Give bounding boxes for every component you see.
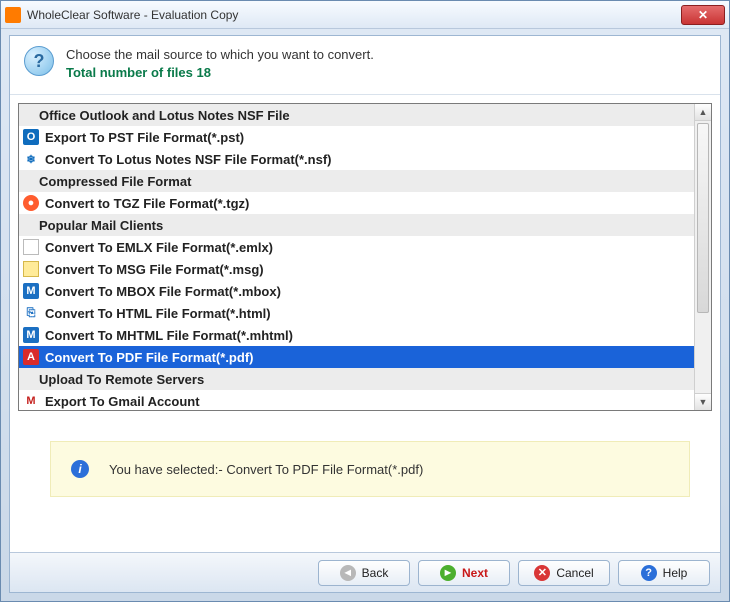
- help-icon: ?: [24, 46, 54, 76]
- format-option-nsf[interactable]: ❄ Convert To Lotus Notes NSF File Format(…: [19, 148, 694, 170]
- format-label: Convert To EMLX File Format(*.emlx): [45, 240, 273, 255]
- format-option-html[interactable]: ⎘ Convert To HTML File Format(*.html): [19, 302, 694, 324]
- format-option-pst[interactable]: O Export To PST File Format(*.pst): [19, 126, 694, 148]
- format-option-gmail[interactable]: M Export To Gmail Account: [19, 390, 694, 410]
- group-header: Popular Mail Clients: [19, 214, 694, 236]
- format-label: Convert to TGZ File Format(*.tgz): [45, 196, 249, 211]
- titlebar: WholeClear Software - Evaluation Copy ✕: [1, 1, 729, 29]
- info-box: i You have selected:- Convert To PDF Fil…: [50, 441, 690, 497]
- window-title: WholeClear Software - Evaluation Copy: [27, 8, 681, 22]
- format-list[interactable]: Office Outlook and Lotus Notes NSF FileO…: [19, 104, 694, 410]
- format-option-msg[interactable]: Convert To MSG File Format(*.msg): [19, 258, 694, 280]
- mbox-icon: M: [23, 283, 39, 299]
- format-label: Convert To HTML File Format(*.html): [45, 306, 271, 321]
- html-icon: ⎘: [23, 305, 39, 321]
- format-option-mbox[interactable]: M Convert To MBOX File Format(*.mbox): [19, 280, 694, 302]
- instruction-text: Choose the mail source to which you want…: [66, 46, 374, 64]
- format-list-container: Office Outlook and Lotus Notes NSF FileO…: [18, 103, 712, 411]
- format-label: Convert To MSG File Format(*.msg): [45, 262, 264, 277]
- info-icon: i: [71, 460, 89, 478]
- format-option-pdf[interactable]: A Convert To PDF File Format(*.pdf): [19, 346, 694, 368]
- scroll-thumb[interactable]: [697, 123, 709, 313]
- button-bar: ◄ Back ► Next ✕ Cancel ? Help: [10, 552, 720, 592]
- help-icon-small: ?: [641, 565, 657, 581]
- back-label: Back: [362, 566, 389, 580]
- back-icon: ◄: [340, 565, 356, 581]
- help-button[interactable]: ? Help: [618, 560, 710, 586]
- content-pane: ? Choose the mail source to which you wa…: [9, 35, 721, 593]
- cancel-button[interactable]: ✕ Cancel: [518, 560, 610, 586]
- next-button[interactable]: ► Next: [418, 560, 510, 586]
- header-text: Choose the mail source to which you want…: [66, 46, 374, 82]
- next-icon: ►: [440, 565, 456, 581]
- gmail-icon: M: [23, 393, 39, 409]
- msg-icon: [23, 261, 39, 277]
- format-option-mhtml[interactable]: M Convert To MHTML File Format(*.mhtml): [19, 324, 694, 346]
- header-area: ? Choose the mail source to which you wa…: [10, 36, 720, 95]
- mhtml-icon: M: [23, 327, 39, 343]
- cancel-icon: ✕: [534, 565, 550, 581]
- format-label: Convert To MBOX File Format(*.mbox): [45, 284, 281, 299]
- file-count: Total number of files 18: [66, 64, 374, 82]
- group-header: Upload To Remote Servers: [19, 368, 694, 390]
- emlx-icon: [23, 239, 39, 255]
- pdf-icon: A: [23, 349, 39, 365]
- format-label: Export To PST File Format(*.pst): [45, 130, 244, 145]
- pst-icon: O: [23, 129, 39, 145]
- next-label: Next: [462, 566, 488, 580]
- format-option-tgz[interactable]: ● Convert to TGZ File Format(*.tgz): [19, 192, 694, 214]
- cancel-label: Cancel: [556, 566, 593, 580]
- close-button[interactable]: ✕: [681, 5, 725, 25]
- scrollbar[interactable]: ▲ ▼: [694, 104, 711, 410]
- help-label: Help: [663, 566, 688, 580]
- group-header: Office Outlook and Lotus Notes NSF File: [19, 104, 694, 126]
- scroll-up-arrow[interactable]: ▲: [695, 104, 711, 121]
- tgz-icon: ●: [23, 195, 39, 211]
- info-message: You have selected:- Convert To PDF File …: [109, 462, 423, 477]
- app-icon: [5, 7, 21, 23]
- app-window: WholeClear Software - Evaluation Copy ✕ …: [0, 0, 730, 602]
- format-label: Convert To Lotus Notes NSF File Format(*…: [45, 152, 332, 167]
- group-header: Compressed File Format: [19, 170, 694, 192]
- format-option-emlx[interactable]: Convert To EMLX File Format(*.emlx): [19, 236, 694, 258]
- nsf-icon: ❄: [23, 151, 39, 167]
- back-button[interactable]: ◄ Back: [318, 560, 410, 586]
- format-label: Convert To MHTML File Format(*.mhtml): [45, 328, 293, 343]
- scroll-down-arrow[interactable]: ▼: [695, 393, 711, 410]
- format-label: Convert To PDF File Format(*.pdf): [45, 350, 253, 365]
- format-label: Export To Gmail Account: [45, 394, 200, 409]
